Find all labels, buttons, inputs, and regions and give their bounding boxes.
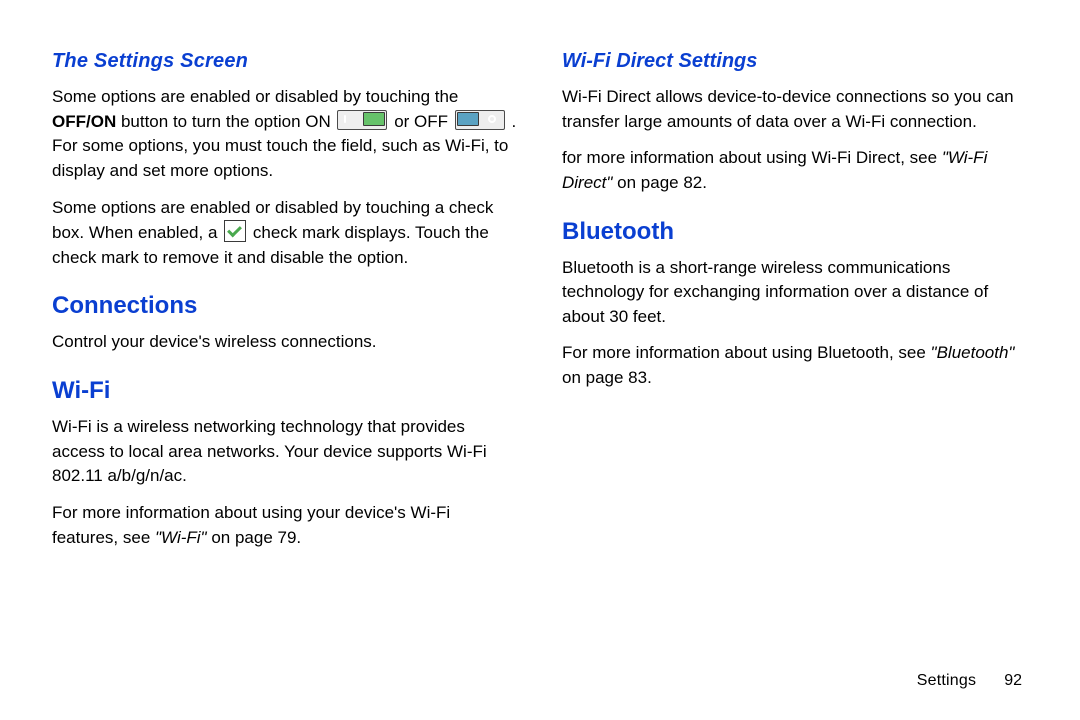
text: or OFF [394,112,453,131]
text: on page 82. [617,173,707,192]
heading-bluetooth: Bluetooth [562,218,1028,246]
text: for more information about using Wi-Fi D… [562,148,942,167]
two-column-layout: The Settings Screen Some options are ena… [52,42,1028,672]
toggle-on-icon [337,110,387,130]
text: button to turn the option ON [121,112,336,131]
left-column: The Settings Screen Some options are ena… [52,42,518,672]
wifi-paragraph-2: For more information about using your de… [52,501,518,550]
settings-screen-paragraph-2: Some options are enabled or disabled by … [52,196,518,271]
off-on-label: OFF/ON [52,112,116,131]
heading-wifi-direct: Wi-Fi Direct Settings [562,50,1028,73]
heading-wifi: Wi-Fi [52,377,518,405]
connections-paragraph-1: Control your device's wireless connectio… [52,330,518,355]
wifi-direct-paragraph-2: for more information about using Wi-Fi D… [562,146,1028,195]
settings-screen-paragraph-1: Some options are enabled or disabled by … [52,85,518,184]
wifi-direct-paragraph-1: Wi-Fi Direct allows device-to-device con… [562,85,1028,134]
checkmark-icon [224,220,246,242]
right-column: Wi-Fi Direct Settings Wi-Fi Direct allow… [562,42,1028,672]
wifi-paragraph-1: Wi-Fi is a wireless networking technolog… [52,415,518,489]
text: For more information about using Bluetoo… [562,343,931,362]
bluetooth-paragraph-1: Bluetooth is a short-range wireless comm… [562,256,1028,330]
text: on page 79. [211,528,301,547]
heading-connections: Connections [52,292,518,320]
heading-settings-screen: The Settings Screen [52,50,518,73]
page-footer: Settings 92 [52,672,1028,690]
text: Some options are enabled or disabled by … [52,87,458,106]
manual-page: The Settings Screen Some options are ena… [0,0,1080,720]
toggle-off-icon [455,110,505,130]
cross-reference-bluetooth: "Bluetooth" [931,343,1015,362]
text: on page 83. [562,368,652,387]
bluetooth-paragraph-2: For more information about using Bluetoo… [562,341,1028,390]
footer-section-label: Settings [917,672,976,690]
footer-page-number: 92 [1004,672,1022,690]
cross-reference-wifi: "Wi-Fi" [155,528,207,547]
